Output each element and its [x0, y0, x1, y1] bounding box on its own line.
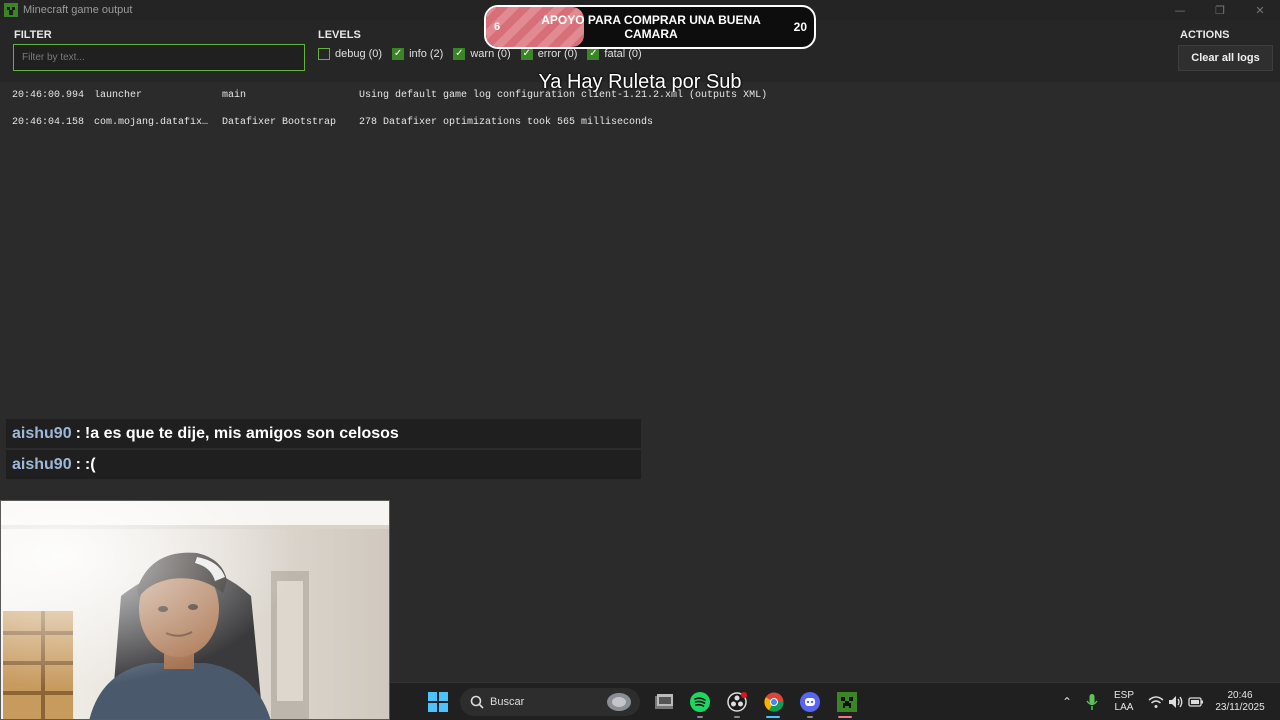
spotify-running-indicator: [697, 716, 703, 718]
level-error[interactable]: ✓ error (0): [520, 48, 578, 60]
window-controls: — ❐ ✕: [1160, 0, 1280, 20]
chat-separator: :: [75, 455, 81, 473]
level-warn[interactable]: ✓ warn (0): [453, 48, 511, 60]
webcam-image: [1, 501, 389, 719]
log-logger: com.mojang.datafixer…: [94, 117, 214, 128]
filter-label: FILTER: [14, 29, 52, 41]
chrome-icon[interactable]: [762, 690, 786, 714]
search-highlight-icon: [606, 692, 632, 712]
log-time: 20:46:04.158: [12, 117, 85, 128]
level-error-label: error (0): [537, 48, 578, 60]
keyboard-layout: LAA: [1114, 702, 1134, 713]
overlay-banner: Ya Hay Ruleta por Sub: [538, 71, 742, 93]
level-info-label: info (2): [409, 48, 444, 60]
obs-icon[interactable]: [725, 690, 749, 714]
log-message: 278 Datafixer optimizations took 565 mil…: [359, 117, 654, 128]
battery-icon[interactable]: [1184, 690, 1208, 714]
restore-button[interactable]: ❐: [1200, 0, 1240, 20]
discord-running-indicator: [807, 716, 813, 718]
chat-text: :(: [84, 455, 96, 473]
warn-checkbox[interactable]: ✓: [453, 48, 466, 60]
goal-bar: 6 APOYO PARA COMPRAR UNA BUENA CAMARA 20: [484, 5, 816, 49]
actions-label: ACTIONS: [1180, 29, 1230, 41]
chat-username: aishu90: [12, 424, 72, 442]
minecraft-launcher-icon[interactable]: [835, 690, 859, 714]
file-explorer-icon[interactable]: [652, 690, 676, 714]
clock-date: 23/11/2025: [1215, 702, 1265, 713]
obs-running-indicator: [734, 716, 740, 718]
level-debug-label: debug (0): [335, 48, 383, 60]
taskbar-search[interactable]: Buscar: [460, 688, 640, 716]
chat-text: !a es que te dije, mis amigos son celoso…: [84, 424, 399, 442]
level-info[interactable]: ✓ info (2): [392, 48, 443, 60]
fatal-checkbox[interactable]: ✓: [587, 48, 600, 60]
search-icon: [470, 695, 484, 709]
goal-text: APOYO PARA COMPRAR UNA BUENA CAMARA: [541, 13, 761, 41]
error-checkbox[interactable]: ✓: [520, 48, 533, 60]
clock-time: 20:46: [1227, 690, 1253, 701]
levels-group: debug (0) ✓ info (2) ✓ warn (0) ✓ error …: [318, 48, 652, 60]
info-checkbox[interactable]: ✓: [392, 48, 405, 60]
level-warn-label: warn (0): [470, 48, 511, 60]
window-title: Minecraft game output: [23, 4, 133, 16]
goal-end-value: 20: [793, 20, 807, 34]
spotify-icon[interactable]: [688, 690, 712, 714]
discord-icon[interactable]: [798, 690, 822, 714]
minecraft-active-indicator: [838, 716, 852, 718]
search-label: Buscar: [490, 696, 525, 708]
level-debug[interactable]: debug (0): [318, 48, 382, 60]
minimize-button[interactable]: —: [1160, 0, 1200, 20]
log-row[interactable]: 20:46:04.158 com.mojang.datafixer… Dataf…: [0, 113, 1280, 133]
chat-overlay: aishu90 : !a es que te dije, mis amigos …: [6, 419, 641, 481]
chat-message: aishu90 : !a es que te dije, mis amigos …: [6, 419, 641, 448]
level-fatal[interactable]: ✓ fatal (0): [587, 48, 642, 60]
webcam-feed: [0, 500, 390, 720]
chat-username: aishu90: [12, 455, 72, 473]
windows-start-icon[interactable]: [426, 690, 450, 714]
debug-checkbox[interactable]: [318, 48, 330, 60]
language-indicator[interactable]: ESP LAA: [1111, 690, 1137, 714]
close-button[interactable]: ✕: [1240, 0, 1280, 20]
goal-start-value: 6: [494, 21, 501, 33]
clear-logs-button[interactable]: Clear all logs: [1178, 45, 1273, 71]
log-thread: Datafixer Bootstrap: [222, 117, 337, 128]
chat-message: aishu90 : :(: [6, 450, 641, 479]
taskbar: Buscar ⌃ ESP LAA 20:46 23/11/2025: [390, 682, 1280, 720]
microphone-icon[interactable]: [1080, 690, 1104, 714]
tray-overflow-icon[interactable]: ⌃: [1055, 690, 1079, 714]
chrome-active-indicator: [766, 716, 780, 718]
clock[interactable]: 20:46 23/11/2025: [1208, 690, 1272, 714]
level-fatal-label: fatal (0): [604, 48, 642, 60]
minecraft-icon: [4, 3, 18, 17]
chat-separator: :: [75, 424, 81, 442]
levels-label: LEVELS: [318, 29, 361, 41]
filter-input[interactable]: [13, 44, 305, 71]
language-code: ESP: [1113, 690, 1134, 701]
